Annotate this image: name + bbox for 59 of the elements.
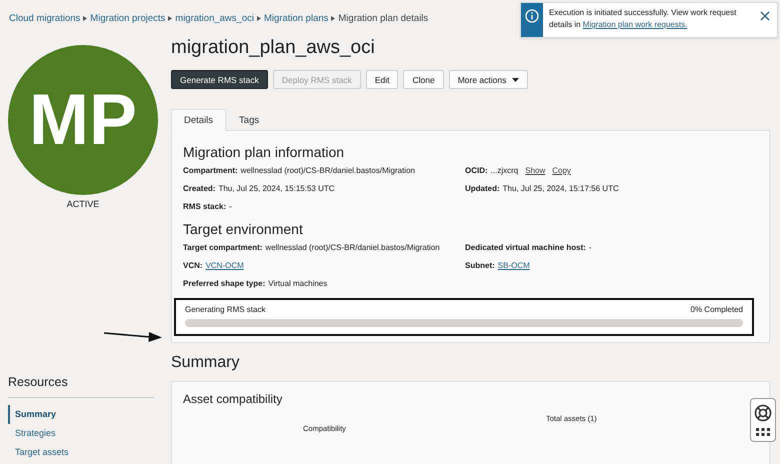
- field-link[interactable]: SB-OCM: [498, 261, 530, 270]
- field-label: Created:: [183, 184, 216, 193]
- info-icon: [525, 9, 539, 23]
- progress-label: Generating RMS stack: [185, 305, 266, 314]
- chevron-icon: [256, 16, 261, 20]
- tab[interactable]: Details: [171, 109, 226, 131]
- arrow-icon: [104, 330, 162, 342]
- card-title: Asset compatibility: [183, 392, 284, 406]
- text-link[interactable]: Show: [525, 166, 546, 175]
- sidebar-item[interactable]: Summary: [8, 405, 56, 424]
- status-label: ACTIVE: [66, 199, 100, 209]
- chevron-icon: [331, 16, 336, 20]
- resources-heading: Resources: [8, 375, 154, 398]
- field-value: Thu, Jul 25, 2024, 15:15:53 UTC: [218, 184, 335, 193]
- field-label: VCN:: [183, 261, 203, 270]
- toast-link[interactable]: Migration plan work requests.: [582, 20, 688, 29]
- action-button[interactable]: Edit: [366, 70, 398, 89]
- chevron-icon: [83, 16, 88, 20]
- field-value: wellnesslad (root)/CS-BR/daniel.bastos/Migration: [240, 166, 415, 175]
- field-value: Virtual machines: [268, 279, 328, 288]
- field-label: Target compartment:: [183, 243, 262, 252]
- field-label: Preferred shape type:: [183, 279, 266, 288]
- avatar: MP: [8, 45, 158, 195]
- close-icon[interactable]: [760, 11, 770, 21]
- field-label: Dedicated virtual machine host:: [465, 243, 586, 252]
- sidebar-item[interactable]: Strategies: [8, 424, 56, 443]
- field-label: RMS stack:: [183, 202, 226, 211]
- breadcrumb-link[interactable]: migration_aws_oci: [175, 12, 254, 24]
- field-link[interactable]: VCN-OCM: [206, 261, 244, 270]
- section-heading: Migration plan information: [183, 144, 346, 160]
- help-widget[interactable]: [750, 398, 776, 442]
- tab[interactable]: Tags: [226, 109, 272, 131]
- field-label: Updated:: [465, 184, 500, 193]
- caret-icon: [512, 78, 520, 82]
- progress-reading: 0% Completed: [690, 305, 743, 314]
- field-label: Compartment:: [183, 166, 238, 175]
- breadcrumb-current: Migration plan details: [338, 12, 428, 24]
- field-label: OCID:: [465, 166, 488, 175]
- summary-heading: Summary: [171, 354, 240, 372]
- field-value: ...zjxcrq: [490, 166, 518, 175]
- action-button[interactable]: Generate RMS stack: [171, 70, 268, 89]
- grid-icon: [756, 428, 770, 436]
- chevron-icon: [168, 16, 172, 20]
- action-button[interactable]: Clone: [403, 70, 444, 89]
- field-label: Subnet:: [465, 261, 495, 270]
- toast-message: Execution is initiated successfully. View work request details in Migration plan work requests.: [548, 7, 738, 31]
- text-link[interactable]: Copy: [552, 166, 571, 175]
- sidebar-item[interactable]: Target assets: [8, 443, 69, 462]
- breadcrumb-link[interactable]: Migration plans: [264, 12, 328, 24]
- section-heading: Target environment: [183, 221, 304, 237]
- field-value: wellnesslad (root)/CS-BR/daniel.bastos/Migration: [265, 243, 440, 252]
- lifebuoy-icon: [754, 404, 772, 422]
- breadcrumb-link[interactable]: Cloud migrations: [9, 12, 80, 24]
- breadcrumb-link[interactable]: Migration projects: [90, 12, 166, 24]
- field-value: -: [588, 243, 592, 252]
- page-title: migration_plan_aws_oci: [171, 37, 376, 60]
- field-value: Thu, Jul 25, 2024, 15:17:56 UTC: [502, 184, 619, 193]
- field-value: -: [229, 202, 232, 211]
- action-button[interactable]: More actions: [448, 70, 528, 89]
